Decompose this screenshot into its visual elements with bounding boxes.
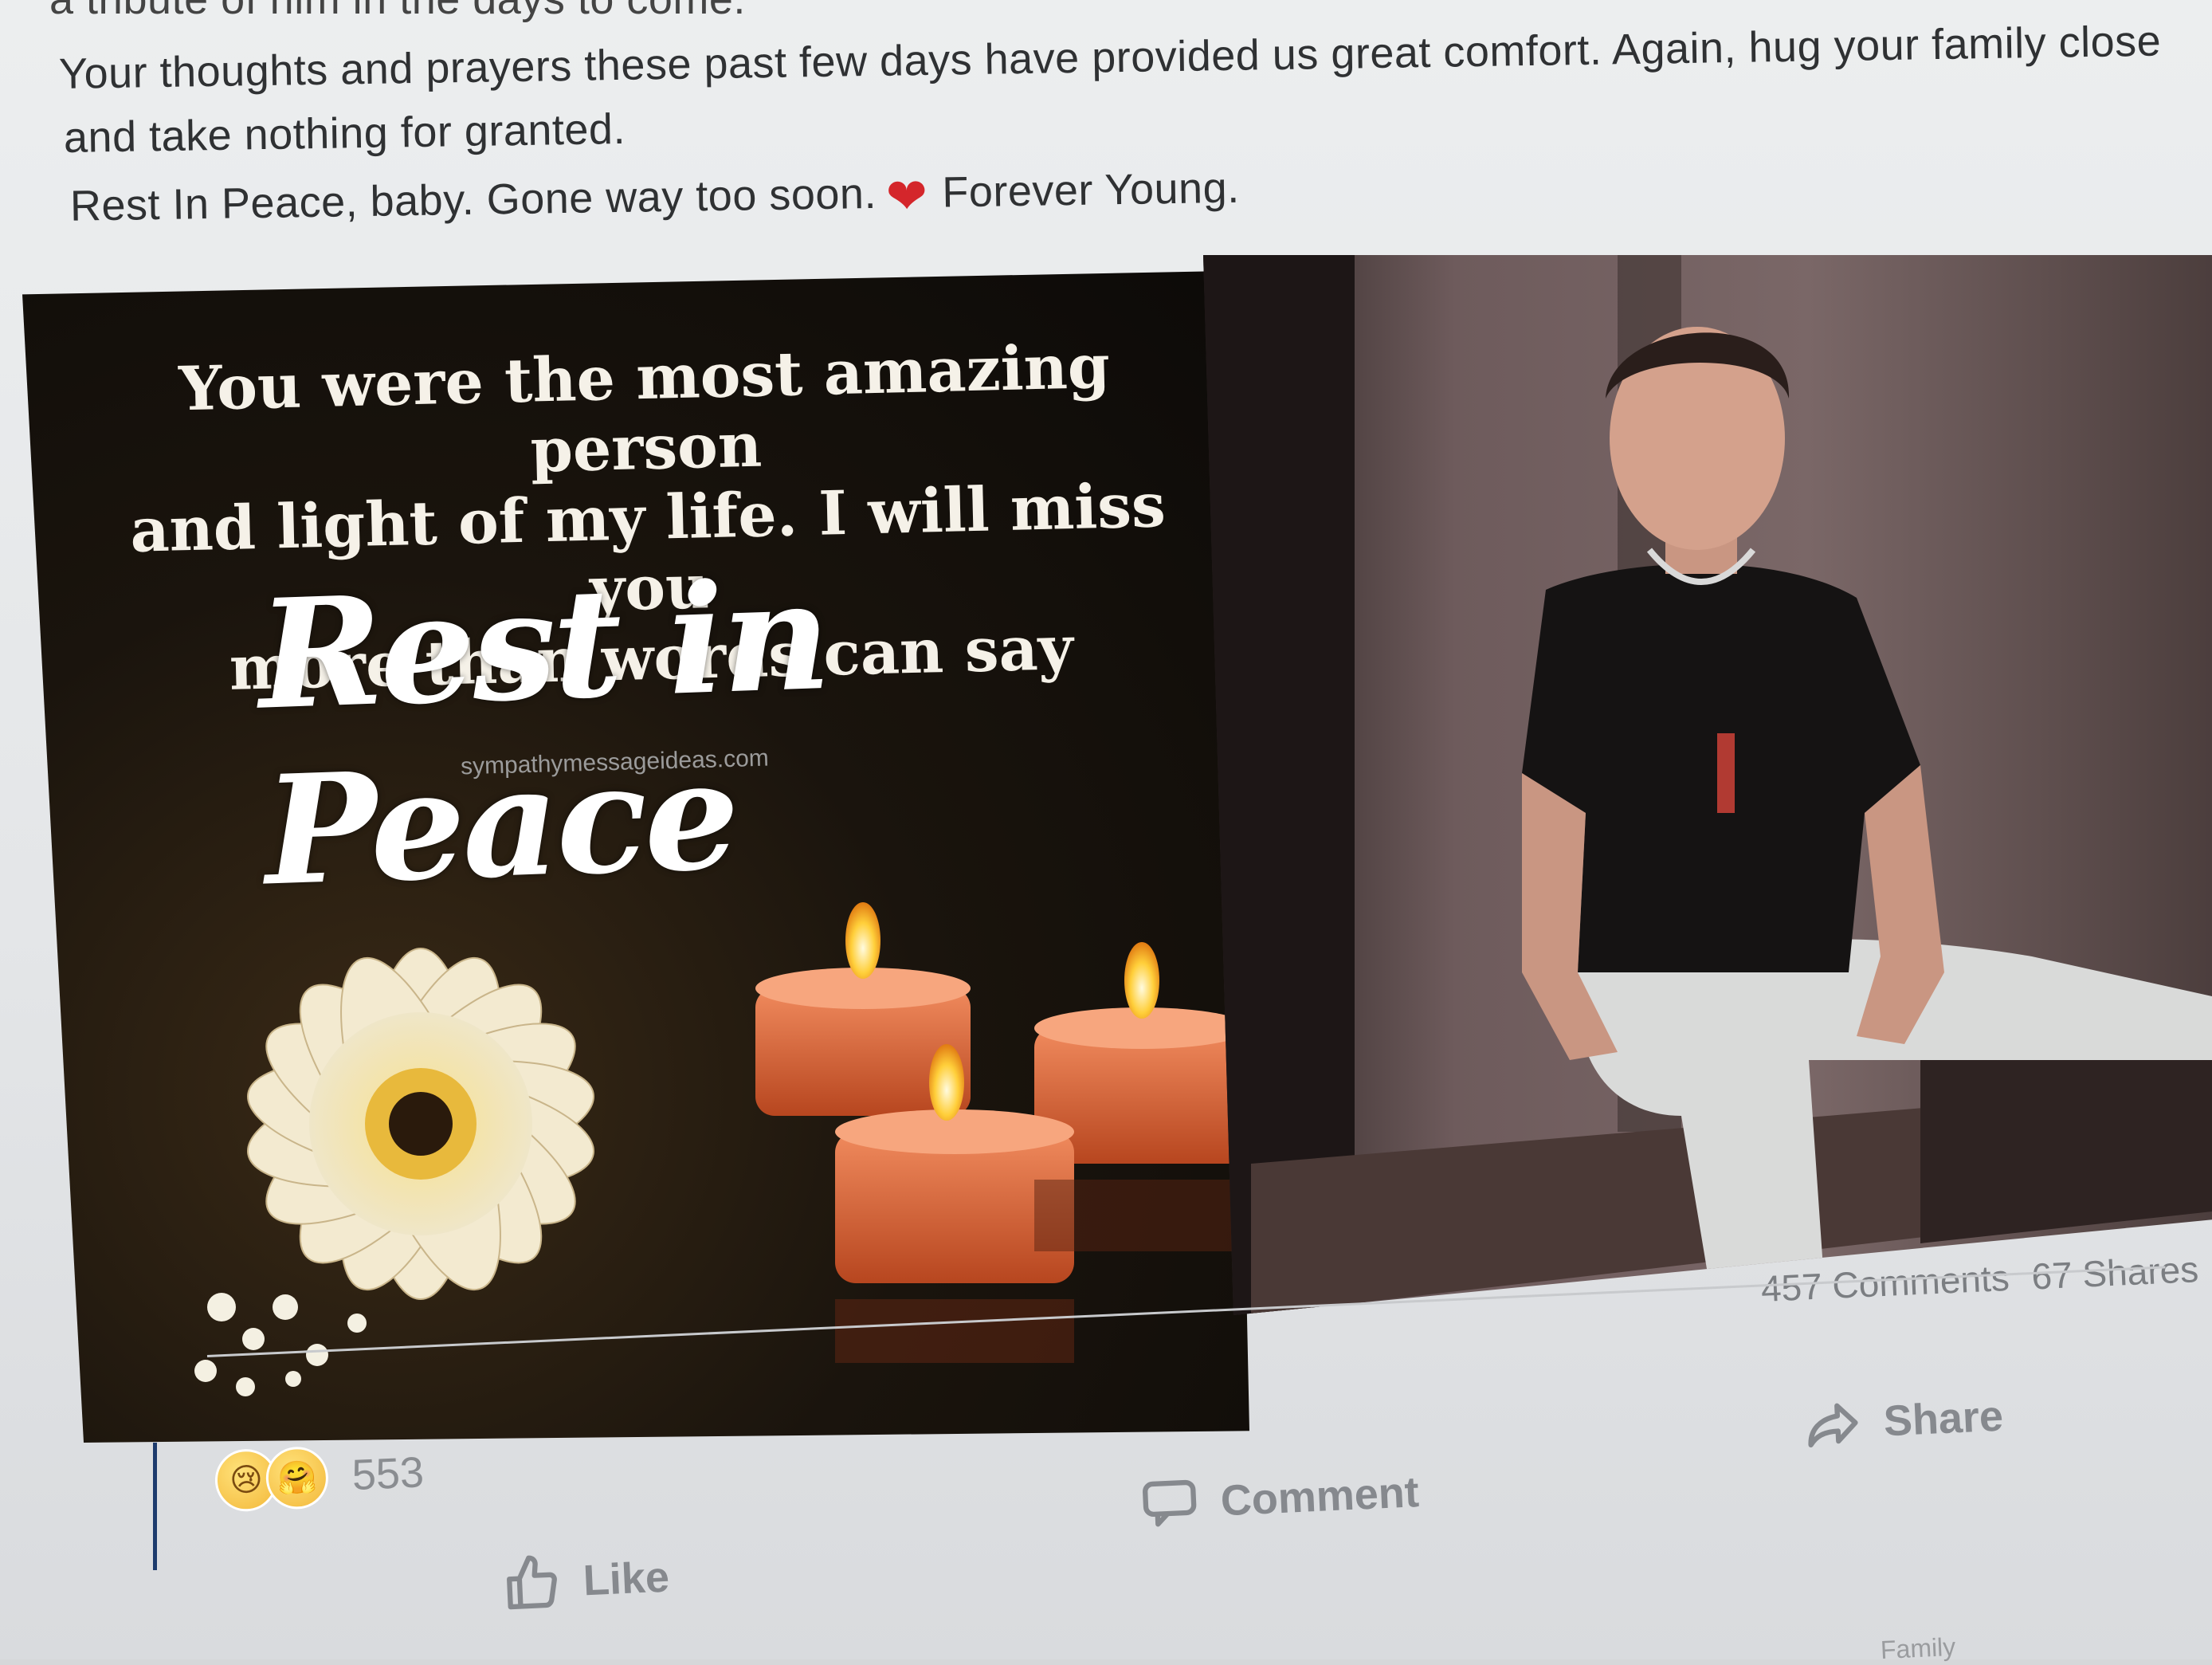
post-text-cut-line: a tribute of him in the days to come. <box>49 0 746 24</box>
like-label: Like <box>582 1553 671 1605</box>
left-accent-bar <box>153 1443 157 1570</box>
screen: a tribute of him in the days to come. Yo… <box>0 0 2212 1664</box>
candles-illustration <box>755 902 1249 1363</box>
person-photo[interactable] <box>1203 255 2212 1315</box>
care-reaction-icon: 🤗 <box>265 1445 330 1511</box>
tribute-quote-line-1: You were the most amazing person <box>178 330 1111 486</box>
comment-button[interactable]: Comment <box>1138 1462 1420 1535</box>
post-text-line-3: Rest In Peace, baby. Gone way too soon. ❤… <box>69 162 1240 238</box>
footer-fragment-text: Family <box>1880 1632 1956 1665</box>
comment-label: Comment <box>1219 1468 1421 1526</box>
post-text-line-2: and take nothing for granted. <box>63 104 626 162</box>
thumbs-up-icon <box>507 1555 557 1610</box>
facebook-post: a tribute of him in the days to come. Yo… <box>0 0 2212 1664</box>
share-button[interactable]: Share <box>1801 1386 2004 1455</box>
person-silhouette <box>1203 255 2212 1315</box>
comment-bubble-icon <box>1143 1479 1197 1527</box>
broken-heart-icon: ❤ <box>885 169 928 225</box>
post-text-forever-young: Forever Young. <box>941 163 1241 217</box>
gerbera-flower-illustration <box>194 948 594 1396</box>
post-text-line-1: Your thoughts and prayers these past few… <box>58 17 2162 98</box>
share-label: Share <box>1882 1392 2005 1446</box>
post-text-rip: Rest In Peace, baby. Gone way too soon. <box>69 169 877 230</box>
like-button[interactable]: Like <box>500 1547 670 1615</box>
share-arrow-icon <box>1808 1403 1858 1448</box>
tribute-image[interactable]: You were the most amazing person and lig… <box>22 271 1249 1443</box>
reactions-summary[interactable]: 😢 🤗 553 <box>214 1441 425 1513</box>
reaction-count: 553 <box>351 1448 426 1500</box>
